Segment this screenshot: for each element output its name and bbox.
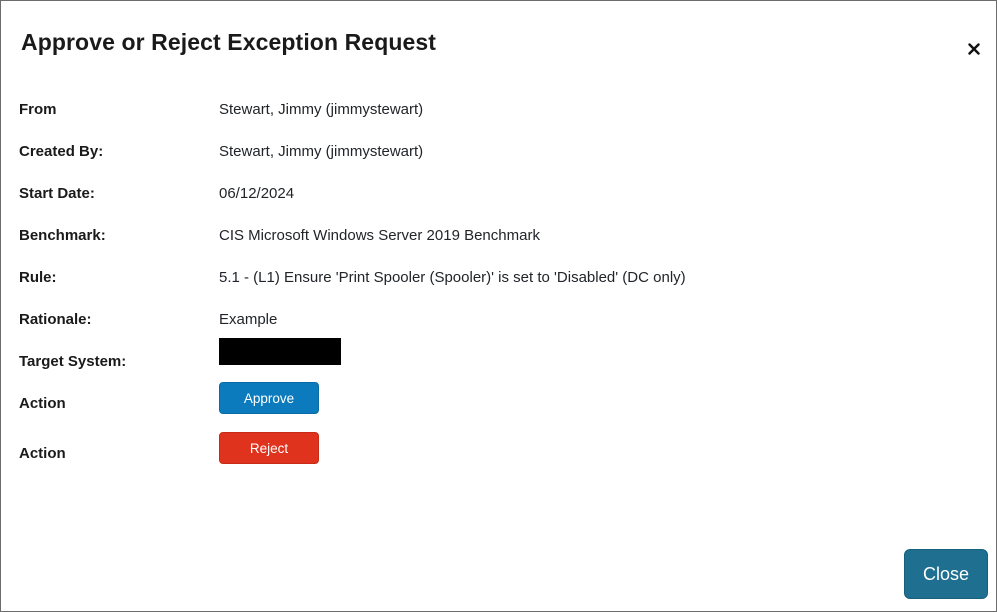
rationale-value: Example	[219, 311, 278, 328]
start-date-label: Start Date:	[19, 185, 95, 202]
created-by-value: Stewart, Jimmy (jimmystewart)	[219, 143, 424, 160]
benchmark-value: CIS Microsoft Windows Server 2019 Benchm…	[219, 227, 540, 244]
start-date-value: 06/12/2024	[219, 185, 295, 202]
rule-label: Rule:	[19, 269, 57, 286]
close-button[interactable]: Close	[904, 549, 988, 599]
reject-button[interactable]: Reject	[219, 432, 319, 464]
created-by-label: Created By:	[19, 143, 104, 160]
rationale-label: Rationale:	[19, 311, 92, 328]
approve-button[interactable]: Approve	[219, 382, 319, 414]
modal-title: Approve or Reject Exception Request	[21, 29, 437, 55]
action-approve-label: Action	[19, 395, 66, 412]
target-system-label: Target System:	[19, 353, 127, 370]
from-value: Stewart, Jimmy (jimmystewart)	[219, 101, 424, 118]
rule-value: 5.1 - (L1) Ensure 'Print Spooler (Spoole…	[219, 269, 686, 286]
close-icon	[968, 43, 980, 55]
action-reject-label: Action	[19, 445, 66, 462]
close-icon-button[interactable]	[963, 38, 985, 60]
benchmark-label: Benchmark:	[19, 227, 106, 244]
from-label: From	[19, 101, 57, 118]
exception-request-modal: Approve or Reject Exception Request From…	[0, 0, 997, 612]
target-system-redacted	[219, 338, 341, 365]
